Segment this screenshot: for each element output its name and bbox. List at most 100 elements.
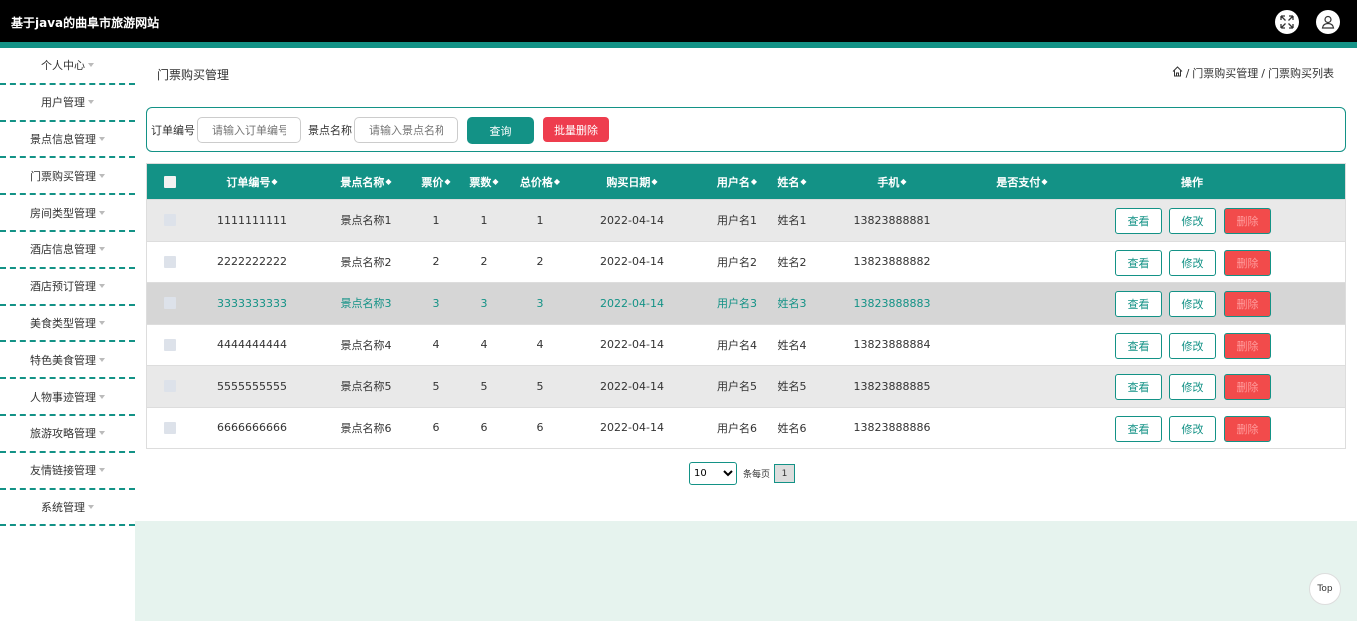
sort-icon[interactable]: ◆ <box>554 177 560 186</box>
sidebar-item-label: 酒店预订管理 <box>30 280 96 294</box>
table-row[interactable]: 6666666666 景点名称6 6 6 6 2022-04-14 用户名6 姓名6 13823… <box>147 406 1345 449</box>
row-checkbox[interactable] <box>163 255 176 268</box>
sort-icon[interactable]: ◆ <box>492 177 498 186</box>
view-button[interactable]: 查看 <box>1115 249 1162 276</box>
sort-icon[interactable]: ◆ <box>751 177 757 186</box>
home-icon[interactable] <box>1172 66 1183 80</box>
batch-delete-button[interactable]: 批量删除 <box>543 117 609 142</box>
sidebar-item-label: 人物事迹管理 <box>30 390 96 404</box>
order-number-input[interactable] <box>197 117 301 143</box>
cell-order-number: 1111111111 <box>217 213 287 227</box>
edit-button[interactable]: 修改 <box>1169 208 1216 234</box>
edit-button[interactable]: 修改 <box>1169 374 1216 400</box>
row-checkbox[interactable] <box>163 214 176 227</box>
sidebar-item-personal-center[interactable]: 个人中心 <box>0 48 135 85</box>
edit-button[interactable]: 修改 <box>1169 291 1216 317</box>
cell-purchase-date: 2022-04-14 <box>600 379 664 393</box>
edit-button[interactable]: 修改 <box>1169 332 1216 359</box>
back-to-top-button[interactable]: Top <box>1309 573 1341 605</box>
sidebar-item-label: 旅游攻略管理 <box>30 427 96 441</box>
sidebar-item-users[interactable]: 用户管理 <box>0 85 135 122</box>
page-size-select[interactable]: 102050100 <box>689 462 737 485</box>
sort-icon[interactable]: ◆ <box>271 177 277 186</box>
sort-icon[interactable]: ◆ <box>385 177 391 186</box>
caret-down-icon <box>88 504 94 509</box>
cell-paid <box>967 325 1077 366</box>
sidebar-item-system[interactable]: 系统管理 <box>0 490 135 527</box>
sidebar-item-label: 景点信息管理 <box>30 132 96 146</box>
view-button[interactable]: 查看 <box>1115 291 1162 317</box>
sort-icon[interactable]: ◆ <box>651 177 657 186</box>
sidebar-item-hotel-booking[interactable]: 酒店预订管理 <box>0 269 135 306</box>
column-header-ticket-price[interactable]: 票价 ◆ <box>417 164 455 199</box>
column-header-label: 票数 <box>469 175 492 189</box>
cell-total-price: 3 <box>536 296 544 310</box>
column-header-purchase-date[interactable]: 购买日期 ◆ <box>567 164 697 199</box>
delete-button[interactable]: 删除 <box>1224 249 1271 276</box>
sidebar-item-friend-links[interactable]: 友情链接管理 <box>0 453 135 490</box>
column-header-ticket-count[interactable]: 票数 ◆ <box>465 164 503 199</box>
sort-icon[interactable]: ◆ <box>800 177 806 186</box>
row-checkbox[interactable] <box>163 297 176 310</box>
footer-area <box>135 521 1357 621</box>
row-checkbox[interactable] <box>163 338 176 351</box>
sidebar-item-food-types[interactable]: 美食类型管理 <box>0 306 135 343</box>
view-button[interactable]: 查看 <box>1115 374 1162 400</box>
cell-username: 用户名5 <box>717 380 757 394</box>
caret-down-icon <box>99 210 105 215</box>
table-row[interactable]: 3333333333 景点名称3 3 3 3 2022-04-14 用户名3 姓名3 13823… <box>147 282 1345 324</box>
row-select-cell <box>147 408 192 449</box>
cell-phone: 13823888881 <box>853 213 931 227</box>
cell-spot-name: 景点名称4 <box>340 338 392 352</box>
table-row[interactable]: 5555555555 景点名称5 5 5 5 2022-04-14 用户名5 姓名5 13823… <box>147 365 1345 407</box>
sidebar-item-scenic-spots[interactable]: 景点信息管理 <box>0 122 135 159</box>
sidebar-item-label: 个人中心 <box>41 59 85 73</box>
cell-phone: 13823888886 <box>853 421 931 435</box>
user-icon[interactable] <box>1316 10 1340 34</box>
edit-button[interactable]: 修改 <box>1169 415 1216 442</box>
sort-icon[interactable]: ◆ <box>444 177 450 186</box>
view-button[interactable]: 查看 <box>1115 332 1162 359</box>
cell-phone: 13823888885 <box>853 379 931 393</box>
cell-order-number: 2222222222 <box>217 255 287 269</box>
sidebar-item-hotel-info[interactable]: 酒店信息管理 <box>0 232 135 269</box>
sidebar-item-ticket-purchase[interactable]: 门票购买管理 <box>0 158 135 196</box>
row-checkbox[interactable] <box>163 421 176 434</box>
sidebar-item-label: 酒店信息管理 <box>30 243 96 257</box>
column-header-spot-name[interactable]: 景点名称 ◆ <box>311 164 421 199</box>
sidebar-item-special-food[interactable]: 特色美食管理 <box>0 342 135 380</box>
query-button[interactable]: 查询 <box>467 117 534 144</box>
delete-button[interactable]: 删除 <box>1224 415 1271 442</box>
select-all-checkbox[interactable] <box>163 175 176 188</box>
table-row[interactable]: 4444444444 景点名称4 4 4 4 2022-04-14 用户名4 姓名4 13823… <box>147 323 1345 366</box>
delete-button[interactable]: 删除 <box>1224 374 1271 400</box>
breadcrumb: / 门票购买管理 / 门票购买列表 <box>1172 65 1334 81</box>
delete-button[interactable]: 删除 <box>1224 291 1271 317</box>
cell-real-name: 姓名6 <box>777 421 807 435</box>
sort-icon[interactable]: ◆ <box>900 177 906 186</box>
delete-button[interactable]: 删除 <box>1224 208 1271 234</box>
cell-ticket-price: 6 <box>432 421 440 435</box>
sort-icon[interactable]: ◆ <box>1041 177 1047 186</box>
row-checkbox[interactable] <box>163 380 176 393</box>
column-header-order-number[interactable]: 订单编号 ◆ <box>197 164 307 199</box>
page-number-button[interactable]: 1 <box>774 464 796 483</box>
sidebar-item-travel-guides[interactable]: 旅游攻略管理 <box>0 416 135 453</box>
column-header-phone[interactable]: 手机 ◆ <box>832 164 952 199</box>
column-header-total-price[interactable]: 总价格 ◆ <box>515 164 565 199</box>
expand-arrows-icon[interactable] <box>1275 10 1299 34</box>
table-row[interactable]: 1111111111 景点名称1 1 1 1 2022-04-14 用户名1 姓名1 13823… <box>147 199 1345 241</box>
column-header-paid[interactable]: 是否支付 ◆ <box>967 164 1077 199</box>
column-header-real-name[interactable]: 姓名 ◆ <box>767 164 817 199</box>
cell-username: 用户名4 <box>717 338 757 352</box>
sidebar-item-room-types[interactable]: 房间类型管理 <box>0 195 135 232</box>
view-button[interactable]: 查看 <box>1115 208 1162 234</box>
table-row[interactable]: 2222222222 景点名称2 2 2 2 2022-04-14 用户名2 姓名2 13823… <box>147 240 1345 282</box>
edit-button[interactable]: 修改 <box>1169 249 1216 276</box>
view-button[interactable]: 查看 <box>1115 415 1162 442</box>
column-header-username[interactable]: 用户名 ◆ <box>707 164 767 199</box>
breadcrumb-level1[interactable]: 门票购买管理 <box>1192 65 1258 81</box>
delete-button[interactable]: 删除 <box>1224 332 1271 359</box>
spot-name-input[interactable] <box>354 117 458 143</box>
sidebar-item-people-stories[interactable]: 人物事迹管理 <box>0 379 135 416</box>
